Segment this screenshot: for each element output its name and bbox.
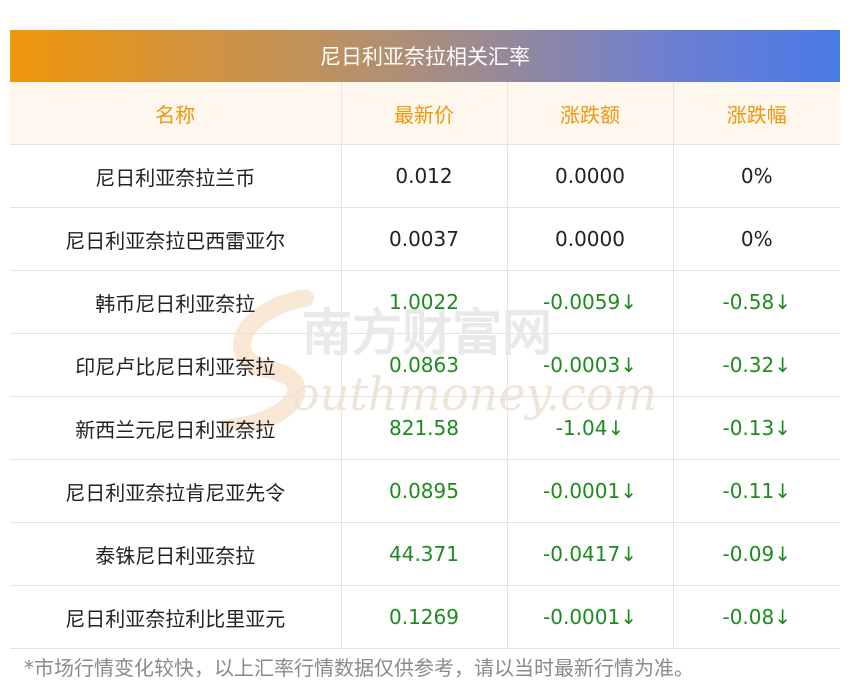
price-change-percent: -0.13↓ xyxy=(673,396,840,460)
latest-price: 1.0022 xyxy=(341,270,508,334)
currency-pair-name: 尼日利亚奈拉兰币 xyxy=(10,144,342,208)
table-title: 尼日利亚奈拉相关汇率 xyxy=(10,30,840,82)
currency-pair-name: 印尼卢比尼日利亚奈拉 xyxy=(10,333,342,397)
price-change: -0.0001↓ xyxy=(507,459,674,523)
price-change-percent: -0.08↓ xyxy=(673,585,840,649)
table-row: 韩币尼日利亚奈拉 1.0022 -0.0059↓ -0.58↓ xyxy=(10,270,840,334)
latest-price: 0.0863 xyxy=(341,333,508,397)
price-change-percent: -0.58↓ xyxy=(673,270,840,334)
table-row: 尼日利亚奈拉肯尼亚先令 0.0895 -0.0001↓ -0.11↓ xyxy=(10,459,840,523)
currency-pair-name: 新西兰元尼日利亚奈拉 xyxy=(10,396,342,460)
price-change-percent: -0.09↓ xyxy=(673,522,840,586)
price-change-percent: -0.32↓ xyxy=(673,333,840,397)
price-change: -0.0001↓ xyxy=(507,585,674,649)
price-change: 0.0000 xyxy=(507,144,674,208)
table-row: 尼日利亚奈拉兰币 0.012 0.0000 0% xyxy=(10,144,840,208)
column-header-price: 最新价 xyxy=(341,82,508,145)
table-row: 印尼卢比尼日利亚奈拉 0.0863 -0.0003↓ -0.32↓ xyxy=(10,333,840,397)
price-change: 0.0000 xyxy=(507,207,674,271)
price-change-percent: 0% xyxy=(673,207,840,271)
column-header-change: 涨跌额 xyxy=(507,82,674,145)
latest-price: 0.0895 xyxy=(341,459,508,523)
exchange-rate-table: 名称 最新价 涨跌额 涨跌幅 尼日利亚奈拉兰币 0.012 0.0000 0% 尼日利亚… xyxy=(10,82,840,649)
currency-pair-name: 尼日利亚奈拉肯尼亚先令 xyxy=(10,459,342,523)
table-row: 尼日利亚奈拉利比里亚元 0.1269 -0.0001↓ -0.08↓ xyxy=(10,585,840,649)
exchange-rate-card: 尼日利亚奈拉相关汇率 名称 最新价 涨跌额 涨跌幅 尼日利亚奈拉兰币 0.012 0… xyxy=(10,30,840,649)
table-row: 新西兰元尼日利亚奈拉 821.58 -1.04↓ -0.13↓ xyxy=(10,396,840,460)
table-row: 尼日利亚奈拉巴西雷亚尔 0.0037 0.0000 0% xyxy=(10,207,840,271)
price-change: -0.0003↓ xyxy=(507,333,674,397)
table-header-row: 名称 最新价 涨跌额 涨跌幅 xyxy=(10,82,840,145)
price-change: -0.0059↓ xyxy=(507,270,674,334)
price-change-percent: -0.11↓ xyxy=(673,459,840,523)
price-change: -0.0417↓ xyxy=(507,522,674,586)
price-change: -1.04↓ xyxy=(507,396,674,460)
currency-pair-name: 尼日利亚奈拉利比里亚元 xyxy=(10,585,342,649)
currency-pair-name: 尼日利亚奈拉巴西雷亚尔 xyxy=(10,207,342,271)
latest-price: 0.012 xyxy=(341,144,508,208)
price-change-percent: 0% xyxy=(673,144,840,208)
currency-pair-name: 韩币尼日利亚奈拉 xyxy=(10,270,342,334)
currency-pair-name: 泰铢尼日利亚奈拉 xyxy=(10,522,342,586)
latest-price: 0.1269 xyxy=(341,585,508,649)
latest-price: 821.58 xyxy=(341,396,508,460)
column-header-name: 名称 xyxy=(10,82,342,145)
latest-price: 0.0037 xyxy=(341,207,508,271)
table-row: 泰铢尼日利亚奈拉 44.371 -0.0417↓ -0.09↓ xyxy=(10,522,840,586)
column-header-percent: 涨跌幅 xyxy=(673,82,840,145)
disclaimer-footnote: *市场行情变化较快，以上汇率行情数据仅供参考，请以当时最新行情为准。 xyxy=(24,656,694,680)
latest-price: 44.371 xyxy=(341,522,508,586)
